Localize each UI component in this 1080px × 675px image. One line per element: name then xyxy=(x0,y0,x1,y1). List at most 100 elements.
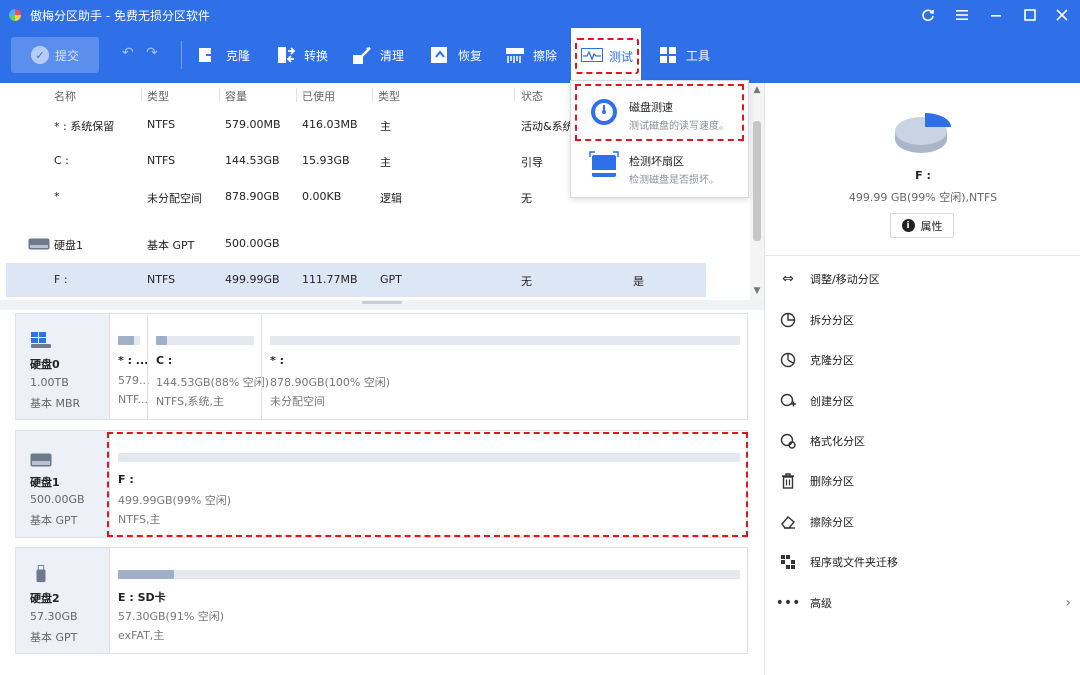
usb-drive-icon xyxy=(36,565,46,583)
properties-label: 属性 xyxy=(920,219,943,233)
tool-label: 工具 xyxy=(686,48,711,63)
recover-icon xyxy=(430,45,450,65)
tool-test[interactable]: 测试 xyxy=(575,38,639,74)
menu-icon[interactable] xyxy=(948,4,976,26)
cell-status: 无 xyxy=(521,192,532,205)
op-split[interactable]: 拆分分区 xyxy=(779,308,1075,332)
minimize-icon[interactable] xyxy=(982,4,1010,26)
partition-block[interactable]: * : ... 579... NTF... xyxy=(109,314,150,419)
column-divider xyxy=(296,88,297,102)
title-bar: 傲梅分区助手 - 免费无损分区软件 xyxy=(0,0,1080,30)
resize-icon: ⇔ xyxy=(782,271,794,287)
panel-divider xyxy=(765,255,1080,256)
op-label: 高级 xyxy=(810,597,832,610)
usage-fill xyxy=(118,336,134,345)
bad-sector-icon xyxy=(589,151,619,177)
submit-button[interactable]: ✓ 提交 xyxy=(11,37,99,73)
tool-clean[interactable]: 清理 xyxy=(352,41,404,69)
op-delete[interactable]: 删除分区 xyxy=(779,469,1075,493)
column-divider xyxy=(372,88,373,102)
column-divider xyxy=(219,88,220,102)
cell-used: 15.93GB xyxy=(302,154,350,167)
selected-partition-name: F : xyxy=(915,169,931,182)
clean-icon xyxy=(352,45,372,65)
menu-item-title: 检测坏扇区 xyxy=(629,155,684,168)
partition-details: 未分配空间 xyxy=(270,395,325,408)
tool-recover[interactable]: 恢复 xyxy=(430,41,482,69)
tool-clone[interactable]: 克隆 xyxy=(198,41,250,69)
header: 傲梅分区助手 - 免费无损分区软件 ✓ 提交 ↶ ↷ 克隆 转换 清理 恢复 擦… xyxy=(0,0,1080,83)
maximize-icon[interactable] xyxy=(1016,4,1044,26)
partition-pie-chart xyxy=(895,113,951,153)
submit-label: 提交 xyxy=(54,48,79,63)
disk-panel[interactable]: 硬盘2 57.30GB 基本 GPT E : SD卡 57.30GB(91% 空… xyxy=(15,547,748,654)
partition-block[interactable]: E : SD卡 57.30GB(91% 空闲) exFAT,主 xyxy=(109,548,747,653)
table-row-disk[interactable]: 硬盘1 基本 GPT 500.00GB xyxy=(6,227,706,261)
op-clone[interactable]: 克隆分区 xyxy=(779,348,1075,372)
pane-splitter[interactable] xyxy=(0,300,764,310)
more-icon: ••• xyxy=(775,595,801,611)
op-label: 克隆分区 xyxy=(810,354,854,367)
partition-capacity: 57.30GB(91% 空闲) xyxy=(118,610,225,623)
app-title: 傲梅分区助手 - 免费无损分区软件 xyxy=(30,9,210,23)
app-logo-icon xyxy=(9,9,21,21)
partition-details: NTF... xyxy=(118,393,148,406)
partition-details: NTFS,系统,主 xyxy=(156,395,225,408)
refresh-icon[interactable] xyxy=(914,4,942,26)
scroll-up-icon[interactable]: ▲ xyxy=(750,85,764,95)
disk-style: 基本 GPT xyxy=(30,631,78,644)
redo-icon[interactable]: ↷ xyxy=(146,45,158,61)
disk-size: 57.30GB xyxy=(30,610,78,623)
table-scrollbar[interactable]: ▲ ▼ xyxy=(750,83,764,300)
cell-used: 416.03MB xyxy=(302,118,358,131)
column-header-type[interactable]: 类型 xyxy=(147,88,169,104)
column-header-kind[interactable]: 类型 xyxy=(378,88,400,104)
menu-item-highlight xyxy=(575,84,744,141)
cell-used: 111.77MB xyxy=(302,273,358,286)
column-header-status[interactable]: 状态 xyxy=(521,88,543,104)
cell-used: 0.00KB xyxy=(302,190,342,203)
op-label: 删除分区 xyxy=(810,475,854,488)
cell-name: * xyxy=(54,190,60,203)
partition-capacity: 579... xyxy=(118,374,150,387)
test-icon xyxy=(580,47,603,65)
delete-icon xyxy=(779,472,797,490)
op-resize-move[interactable]: ⇔ 调整/移动分区 xyxy=(779,267,1075,291)
undo-icon[interactable]: ↶ xyxy=(122,45,134,61)
usage-fill xyxy=(118,570,174,579)
op-format[interactable]: 格式化分区 xyxy=(779,429,1075,453)
partition-capacity: 878.90GB(100% 空闲) xyxy=(270,376,391,389)
column-header-capacity[interactable]: 容量 xyxy=(225,88,247,104)
partition-name: C : xyxy=(156,354,173,367)
tool-wipe[interactable]: 擦除 xyxy=(505,41,557,69)
usage-bar xyxy=(118,570,740,579)
op-advanced[interactable]: ••• 高级 › xyxy=(775,591,1075,615)
partition-name: * : ... xyxy=(118,354,149,367)
menu-item-bad-sector[interactable]: 检测坏扇区 检测磁盘是否损坏。 xyxy=(577,141,744,193)
column-header-name[interactable]: 名称 xyxy=(54,88,76,104)
tool-tools[interactable]: 工具 xyxy=(658,41,710,69)
partition-block[interactable]: C : 144.53GB(88% 空闲) NTFS,系统,主 xyxy=(147,314,269,419)
convert-icon xyxy=(276,45,296,65)
op-create[interactable]: 创建分区 xyxy=(779,389,1075,413)
disk-panel[interactable]: 硬盘0 1.00TB 基本 MBR * : ... 579... NTF... … xyxy=(15,313,748,420)
cell-capacity: 144.53GB xyxy=(225,154,280,167)
splitter-grip[interactable] xyxy=(362,301,402,304)
cell-type: 未分配空间 xyxy=(147,192,202,205)
column-header-used[interactable]: 已使用 xyxy=(302,88,335,104)
selection-highlight xyxy=(107,432,748,537)
op-migrate[interactable]: 程序或文件夹迁移 xyxy=(779,550,1075,574)
wipe-icon xyxy=(505,45,525,65)
table-row-selected[interactable]: F : NTFS 499.99GB 111.77MB GPT 无 是 xyxy=(6,263,706,297)
partition-block[interactable]: * : 878.90GB(100% 空闲) 未分配空间 xyxy=(261,314,747,419)
op-erase[interactable]: 擦除分区 xyxy=(779,510,1075,534)
tool-label: 测试 xyxy=(608,49,633,64)
properties-button[interactable]: i 属性 xyxy=(890,213,954,238)
scrollbar-thumb[interactable] xyxy=(753,121,761,241)
tool-convert[interactable]: 转换 xyxy=(276,41,328,69)
chevron-right-icon: › xyxy=(1065,595,1071,611)
scroll-down-icon[interactable]: ▼ xyxy=(750,286,764,296)
partition-capacity: 144.53GB(88% 空闲) xyxy=(156,376,270,389)
clone-icon xyxy=(198,45,218,65)
close-icon[interactable] xyxy=(1048,4,1076,26)
